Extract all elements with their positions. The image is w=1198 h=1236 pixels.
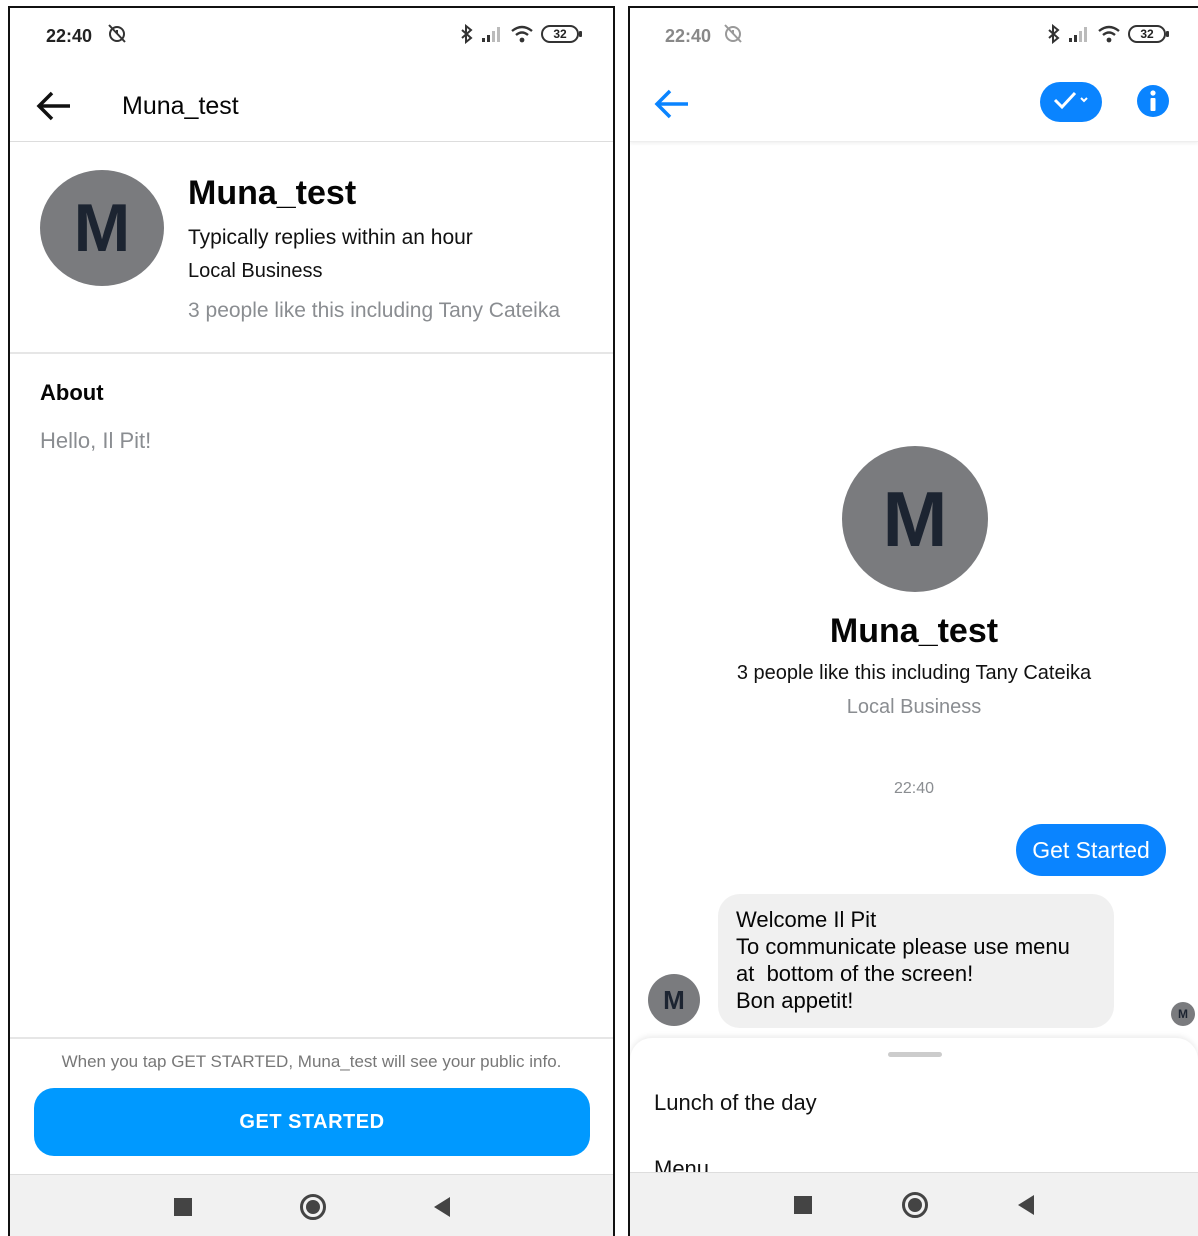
system-nav-bar [10, 1174, 613, 1236]
get-started-button[interactable]: GET STARTED [34, 1088, 590, 1156]
right-screen: 22:40 32 M Muna_test 3 people like this … [628, 6, 1198, 1236]
profile-section: M Muna_test Typically replies within an … [10, 144, 613, 354]
profile-name: Muna_test [829, 612, 999, 650]
message-line: Welcome Il Pit [736, 907, 877, 932]
nav-home-icon[interactable] [299, 1193, 326, 1220]
status-bar: 22:40 32 [10, 8, 613, 66]
seen-indicator-avatar: M [1171, 1002, 1195, 1026]
left-screen: 22:40 32 Muna_test M Muna_test Typically… [8, 6, 615, 1236]
nav-back-icon[interactable] [433, 1196, 450, 1217]
wifi-icon [510, 25, 534, 43]
incoming-message[interactable]: Welcome Il Pit To communicate please use… [718, 894, 1114, 1028]
chat-header [630, 66, 1198, 142]
profile-name: Muna_test [188, 174, 357, 212]
bot-avatar: M [648, 974, 700, 1026]
profile-likes: 3 people like this including Tany Cateik… [188, 299, 561, 322]
system-nav-bar [630, 1172, 1198, 1236]
message-timestamp: 22:40 [893, 780, 935, 797]
footer-divider [10, 1037, 613, 1039]
profile-category: Local Business [188, 260, 323, 282]
public-info-note: When you tap GET STARTED, Muna_test will… [61, 1052, 562, 1071]
alarm-off-icon [106, 22, 128, 50]
profile-category: Local Business [846, 696, 982, 718]
reply-time: Typically replies within an hour [188, 226, 473, 249]
signal-icon [481, 26, 503, 42]
check-icon [1051, 90, 1091, 115]
message-line: at bottom of the screen! [736, 961, 974, 986]
check-status-button[interactable] [1040, 82, 1102, 122]
nav-home-icon[interactable] [902, 1191, 928, 1218]
avatar: M [40, 170, 164, 286]
nav-back-icon[interactable] [1018, 1194, 1034, 1215]
status-bar: 22:40 32 [630, 8, 1198, 66]
about-text: Hello, Il Pit! [40, 428, 152, 453]
alarm-off-icon [722, 22, 744, 50]
persistent-menu-sheet: Lunch of the day Menu [630, 1038, 1198, 1178]
profile-header: Muna_test [10, 66, 613, 142]
bluetooth-icon [460, 24, 474, 44]
status-icons: 32 [1047, 24, 1169, 44]
avatar: M [842, 446, 988, 592]
nav-recent-icon[interactable] [794, 1195, 812, 1214]
message-line: Bon appetit! [736, 988, 854, 1013]
status-time: 22:40 [46, 26, 93, 46]
message-line: To communicate please use menu [736, 934, 1070, 959]
menu-item-lunch-of-the-day[interactable]: Lunch of the day [654, 1090, 817, 1116]
nav-recent-icon[interactable] [173, 1197, 192, 1216]
sheet-drag-handle[interactable] [888, 1052, 942, 1057]
bluetooth-icon [1047, 24, 1061, 44]
wifi-icon [1097, 25, 1121, 43]
signal-icon [1068, 26, 1090, 42]
battery-icon: 32 [541, 25, 582, 43]
info-icon[interactable] [1136, 84, 1170, 118]
about-title: About [40, 380, 104, 405]
battery-icon: 32 [1128, 25, 1169, 43]
outgoing-message[interactable]: Get Started [1016, 824, 1166, 876]
header-title: Muna_test [122, 92, 239, 120]
status-icons: 32 [460, 24, 582, 44]
profile-likes: 3 people like this including Tany Cateik… [736, 662, 1092, 684]
back-arrow-icon[interactable] [652, 86, 692, 122]
status-time: 22:40 [665, 26, 712, 46]
back-arrow-icon[interactable] [34, 88, 74, 124]
